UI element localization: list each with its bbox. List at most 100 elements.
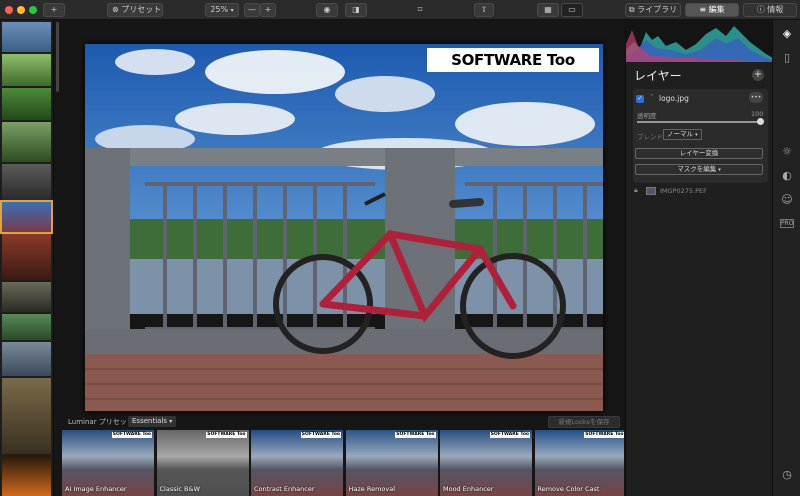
preset-watermark: SOFTWARE Too	[584, 432, 624, 438]
chevron-down-icon: ▾	[718, 167, 721, 173]
chevron-down-icon: ▾	[695, 132, 698, 138]
filmstrip-thumb[interactable]	[2, 54, 51, 86]
edit-mask-label: マスクを編集	[677, 165, 717, 173]
layer-transform-button[interactable]: レイヤー変換	[635, 148, 763, 159]
save-looks-button[interactable]: 新規Looksを保存	[548, 416, 620, 428]
chevron-down-icon: ▾	[230, 7, 234, 14]
zoom-out-button[interactable]: —	[244, 3, 260, 17]
portrait-face-icon[interactable]: ☺	[779, 192, 795, 208]
tab-library[interactable]: ⧉ ライブラリ	[625, 3, 681, 17]
opacity-label: 透明度	[637, 112, 657, 120]
photo-image	[85, 44, 603, 411]
blend-mode-select[interactable]: ノーマル ▾	[663, 129, 702, 140]
filmstrip-thumb-selected[interactable]	[0, 200, 53, 234]
base-layer-name: IMGP0275.PEF	[660, 187, 707, 195]
presets-icon: ⊗	[112, 5, 119, 14]
sliders-icon: ≡	[699, 5, 707, 14]
filmstrip-scrollbar[interactable]	[56, 22, 59, 92]
presets-header: Luminar プリセット Essentials ▾ 新規Looksを保存	[62, 414, 622, 430]
presets-strip: SOFTWARE Too AI Image Enhancer SOFTWARE To…	[62, 430, 624, 496]
minimize-window-button[interactable]	[17, 6, 25, 14]
preset-thumb[interactable]: SOFTWARE Too Contrast Enhancer	[251, 430, 343, 496]
grid-icon: ▦	[544, 5, 552, 14]
single-view-button[interactable]: ▭	[561, 3, 583, 17]
preset-thumb[interactable]: SOFTWARE Too Mood Enhancer	[440, 430, 532, 496]
presets-button[interactable]: ⊗ プリセット	[107, 3, 163, 17]
photo-bicycle[interactable]: SOFTWARE Too	[85, 44, 603, 411]
opacity-slider-knob[interactable]	[757, 118, 764, 125]
filmstrip-thumb[interactable]	[2, 234, 51, 280]
edit-mask-button[interactable]: マスクを編集 ▾	[635, 164, 763, 175]
tab-info-label: 情報	[767, 5, 784, 14]
filmstrip-thumb[interactable]	[2, 378, 51, 454]
filmstrip-thumb[interactable]	[2, 456, 51, 496]
layers-icon[interactable]: ◈	[779, 26, 795, 42]
compare-button[interactable]: ◨	[345, 3, 367, 17]
add-image-button[interactable]: +	[43, 3, 65, 17]
creative-palette-icon[interactable]: ◐	[779, 168, 795, 184]
preset-thumb[interactable]: SOFTWARE Too AI Image Enhancer	[62, 430, 154, 496]
opacity-slider-fill	[637, 121, 761, 123]
filmstrip-thumb[interactable]	[2, 342, 51, 376]
crop-button[interactable]: ⌗	[412, 3, 428, 17]
compare-icon: ◨	[352, 5, 360, 14]
opacity-slider[interactable]	[637, 118, 764, 125]
tab-info[interactable]: ⓘ 情報	[743, 3, 797, 17]
top-toolbar: + ⊗ プリセット 25% ▾ — + ◉ ◨ ⌗ ⇧ ▦ ▭ ⧉ ライブラリ …	[0, 0, 800, 20]
filmstrip-thumb[interactable]	[2, 88, 51, 120]
presets-category-value: Essentials	[132, 417, 168, 425]
history-clock-icon[interactable]: ◷	[779, 467, 795, 483]
zoom-window-button[interactable]	[29, 6, 37, 14]
info-icon: ⓘ	[756, 5, 765, 14]
filmstrip	[0, 20, 54, 496]
tab-edit[interactable]: ≡ 編集	[685, 3, 739, 17]
presets-header-label: Luminar プリセット	[68, 418, 134, 426]
layer-name: logo.jpg	[659, 94, 689, 103]
share-button[interactable]: ⇧	[474, 3, 494, 17]
more-options-button[interactable]: •••	[779, 490, 795, 496]
tab-library-label: ライブラリ	[637, 5, 678, 14]
image-canvas[interactable]: SOFTWARE Too	[62, 20, 622, 412]
layer-menu-button[interactable]: •••	[749, 92, 763, 103]
crop-icon: ⌗	[417, 5, 423, 15]
pro-tools-badge[interactable]: PRO	[780, 219, 794, 228]
layer-transform-label: レイヤー変換	[679, 149, 719, 157]
zoom-in-button[interactable]: +	[260, 3, 276, 17]
preset-watermark: SOFTWARE Too	[489, 432, 530, 438]
right-tool-column: ◈ ▯ ☼ ◐ ☺ PRO ◷ •••	[772, 20, 800, 496]
zoom-select[interactable]: 25% ▾	[205, 3, 239, 17]
lock-icon: 🔒︎	[634, 186, 638, 194]
logo-watermark[interactable]: SOFTWARE Too	[427, 48, 599, 72]
essentials-sun-icon[interactable]: ☼	[779, 144, 795, 160]
close-window-button[interactable]	[5, 6, 13, 14]
preset-watermark: SOFTWARE Too	[111, 432, 152, 438]
canvas-icon[interactable]: ▯	[779, 50, 795, 66]
layer-row-base[interactable]: 🔒︎ IMGP0275.PEF	[634, 186, 768, 198]
filmstrip-thumb[interactable]	[2, 22, 51, 52]
presets-category-select[interactable]: Essentials ▾	[128, 416, 177, 427]
preview-eye-button[interactable]: ◉	[316, 3, 338, 17]
base-layer-thumb	[646, 187, 656, 195]
preset-name: AI Image Enhancer	[65, 485, 127, 493]
preset-name: Remove Color Cast	[537, 485, 600, 493]
preset-thumb[interactable]: SOFTWARE Too Haze Removal	[345, 430, 438, 496]
preset-name: Classic B&W	[159, 485, 201, 493]
luminar-window: + ⊗ プリセット 25% ▾ — + ◉ ◨ ⌗ ⇧ ▦ ▭ ⧉ ライブラリ …	[0, 0, 800, 496]
right-panel: レイヤー + ✓ ˇ logo.jpg ••• 透明度 100 ブレンド ノーマ…	[625, 20, 773, 496]
filmstrip-thumb[interactable]	[2, 164, 51, 200]
layer-card-logo[interactable]: ✓ ˇ logo.jpg ••• 透明度 100 ブレンド ノーマル ▾ レイヤ…	[633, 89, 768, 183]
filmstrip-thumb[interactable]	[2, 314, 51, 340]
preset-thumb[interactable]: SOFTWARE Too Classic B&W	[156, 430, 249, 496]
chevron-down-icon: ▾	[169, 418, 173, 425]
filmstrip-thumb[interactable]	[2, 282, 51, 312]
filmstrip-thumb[interactable]	[2, 122, 51, 162]
preset-thumb[interactable]: SOFTWARE Too Remove Color Cast	[534, 430, 624, 496]
preset-watermark: SOFTWARE Too	[300, 432, 341, 438]
blend-mode-value: ノーマル	[667, 130, 693, 138]
grid-view-button[interactable]: ▦	[537, 3, 559, 17]
add-layer-button[interactable]: +	[752, 69, 764, 81]
single-view-icon: ▭	[568, 5, 576, 14]
preset-watermark: SOFTWARE Too	[395, 432, 436, 438]
layer-visibility-checkbox[interactable]: ✓	[636, 95, 644, 103]
preset-name: Contrast Enhancer	[254, 485, 315, 493]
